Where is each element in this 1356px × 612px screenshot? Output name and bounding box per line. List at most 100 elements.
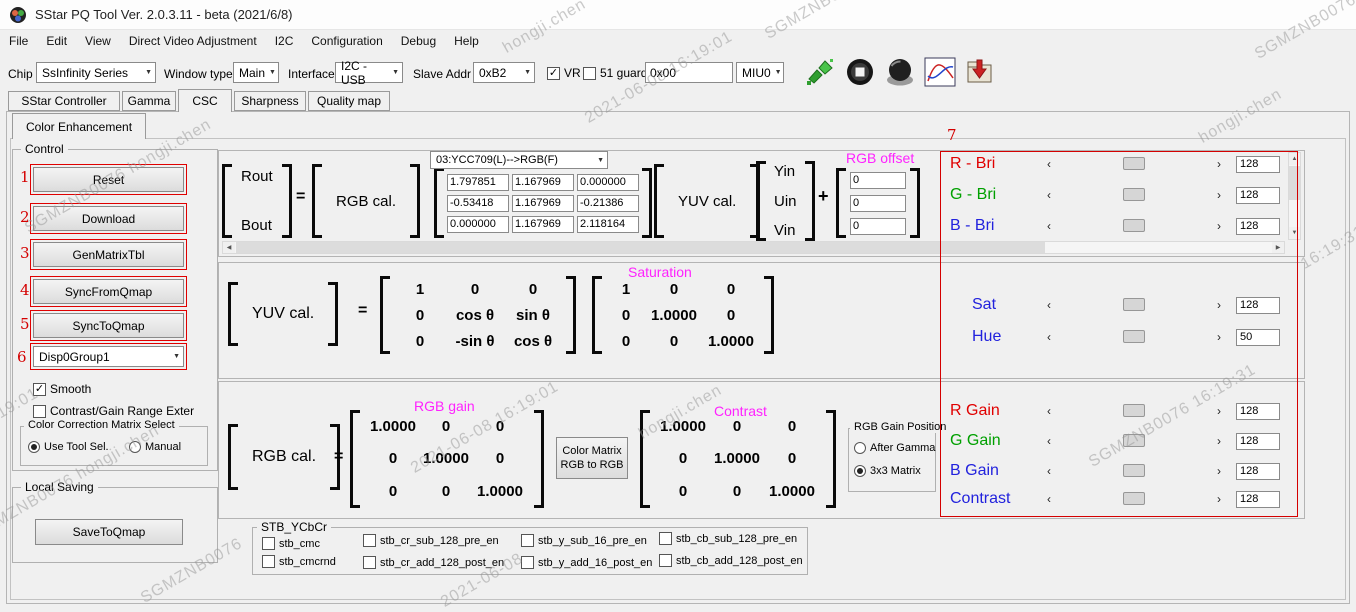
menu-file[interactable]: File bbox=[0, 34, 37, 48]
menu-configuration[interactable]: Configuration bbox=[302, 34, 391, 48]
chevron-right-icon[interactable]: › bbox=[1212, 188, 1226, 202]
chevron-left-icon[interactable]: ‹ bbox=[1042, 157, 1056, 171]
slider-track[interactable] bbox=[1056, 218, 1212, 234]
chevron-right-icon[interactable]: › bbox=[1212, 219, 1226, 233]
slider-track[interactable] bbox=[1056, 187, 1212, 203]
offset-cell[interactable] bbox=[850, 172, 906, 189]
slider-thumb[interactable] bbox=[1123, 219, 1145, 232]
menu-view[interactable]: View bbox=[76, 34, 120, 48]
matrix-cell[interactable] bbox=[512, 216, 574, 233]
slider-thumb[interactable] bbox=[1123, 188, 1145, 201]
slider-track[interactable] bbox=[1056, 433, 1212, 449]
matrix-cell[interactable] bbox=[577, 174, 639, 191]
interface-combo[interactable]: I2C - USB ▼ bbox=[335, 62, 403, 83]
slider-track[interactable] bbox=[1056, 491, 1212, 507]
tab-sharpness[interactable]: Sharpness bbox=[234, 91, 306, 111]
menu-edit[interactable]: Edit bbox=[37, 34, 76, 48]
slider-track[interactable] bbox=[1056, 403, 1212, 419]
miu-combo[interactable]: MIU0 ▼ bbox=[736, 62, 784, 83]
matrix-cell[interactable] bbox=[447, 216, 509, 233]
sat-value-input[interactable] bbox=[1236, 297, 1280, 314]
slider-track[interactable] bbox=[1056, 297, 1212, 313]
sync-to-qmap-button[interactable]: SyncToQmap bbox=[33, 313, 184, 338]
slider-thumb[interactable] bbox=[1123, 298, 1145, 311]
menu-i2c[interactable]: I2C bbox=[266, 34, 303, 48]
tab-gamma[interactable]: Gamma bbox=[122, 91, 176, 111]
slider-thumb[interactable] bbox=[1123, 330, 1145, 343]
scroll-right-icon[interactable]: ▶ bbox=[1272, 242, 1284, 254]
menu-debug[interactable]: Debug bbox=[392, 34, 445, 48]
chevron-right-icon[interactable]: › bbox=[1212, 298, 1226, 312]
chevron-left-icon[interactable]: ‹ bbox=[1042, 188, 1056, 202]
matrix-cell[interactable] bbox=[577, 216, 639, 233]
chevron-right-icon[interactable]: › bbox=[1212, 157, 1226, 171]
use-tool-sel-radio[interactable]: Use Tool Sel. bbox=[28, 441, 109, 453]
scrollbar-track[interactable] bbox=[235, 242, 1272, 253]
chevron-left-icon[interactable]: ‹ bbox=[1042, 330, 1056, 344]
contrast-value-input[interactable] bbox=[1236, 491, 1280, 508]
b-gain-value-input[interactable] bbox=[1236, 463, 1280, 480]
tab-quality-map[interactable]: Quality map bbox=[308, 91, 390, 111]
manual-radio[interactable]: Manual bbox=[129, 441, 181, 453]
slider-thumb[interactable] bbox=[1123, 157, 1145, 170]
guard-checkbox[interactable]: 51 guard bbox=[583, 66, 647, 80]
slider-thumb[interactable] bbox=[1123, 404, 1145, 417]
slider-thumb[interactable] bbox=[1123, 434, 1145, 447]
g-bri-value-input[interactable] bbox=[1236, 187, 1280, 204]
g-gain-value-input[interactable] bbox=[1236, 433, 1280, 450]
matrix-3x3-radio[interactable]: 3x3 Matrix bbox=[854, 465, 921, 477]
slider-thumb[interactable] bbox=[1123, 464, 1145, 477]
chevron-left-icon[interactable]: ‹ bbox=[1042, 492, 1056, 506]
menu-help[interactable]: Help bbox=[445, 34, 488, 48]
matrix-cell[interactable] bbox=[512, 174, 574, 191]
stop-icon[interactable] bbox=[842, 56, 878, 88]
r-gain-value-input[interactable] bbox=[1236, 403, 1280, 420]
scrollbar-thumb[interactable] bbox=[236, 242, 1045, 253]
chevron-left-icon[interactable]: ‹ bbox=[1042, 219, 1056, 233]
hue-value-input[interactable] bbox=[1236, 329, 1280, 346]
chevron-right-icon[interactable]: › bbox=[1212, 492, 1226, 506]
chevron-right-icon[interactable]: › bbox=[1212, 404, 1226, 418]
window-type-combo[interactable]: Main ▼ bbox=[233, 62, 279, 83]
chip-combo[interactable]: SsInfinity Series ▼ bbox=[36, 62, 156, 83]
matrix-cell[interactable] bbox=[447, 195, 509, 212]
chevron-left-icon[interactable]: ‹ bbox=[1042, 404, 1056, 418]
slider-track[interactable] bbox=[1056, 329, 1212, 345]
matrix-cell[interactable] bbox=[577, 195, 639, 212]
offset-cell[interactable] bbox=[850, 195, 906, 212]
reset-button[interactable]: Reset bbox=[33, 167, 184, 192]
curve-icon[interactable] bbox=[922, 56, 958, 88]
connect-icon[interactable] bbox=[802, 56, 838, 88]
disp-group-combo[interactable]: Disp0Group1 ▼ bbox=[33, 346, 184, 367]
slider-track[interactable] bbox=[1056, 463, 1212, 479]
offset-cell[interactable] bbox=[850, 218, 906, 235]
scroll-left-icon[interactable]: ◀ bbox=[223, 242, 235, 254]
chevron-right-icon[interactable]: › bbox=[1212, 464, 1226, 478]
tab-csc[interactable]: CSC bbox=[178, 89, 232, 112]
chevron-right-icon[interactable]: › bbox=[1212, 330, 1226, 344]
gen-matrix-tbl-button[interactable]: GenMatrixTbl bbox=[33, 242, 184, 267]
chevron-left-icon[interactable]: ‹ bbox=[1042, 298, 1056, 312]
matrix-cell[interactable] bbox=[447, 174, 509, 191]
csc-preset-combo[interactable]: 03:YCC709(L)-->RGB(F) ▼ bbox=[430, 151, 608, 169]
tab-color-enhancement[interactable]: Color Enhancement bbox=[12, 113, 146, 139]
matrix-cell[interactable] bbox=[512, 195, 574, 212]
burn-icon[interactable] bbox=[882, 56, 918, 88]
download-button[interactable]: Download bbox=[33, 206, 184, 231]
r-bri-value-input[interactable] bbox=[1236, 156, 1280, 173]
vr-checkbox[interactable]: ✓ VR bbox=[547, 66, 581, 80]
chevron-right-icon[interactable]: › bbox=[1212, 434, 1226, 448]
slave-addr-combo[interactable]: 0xB2 ▼ bbox=[473, 62, 535, 83]
export-folder-icon[interactable] bbox=[962, 56, 998, 88]
after-gamma-radio[interactable]: After Gamma bbox=[854, 442, 935, 454]
horizontal-scrollbar[interactable]: ◀ ▶ bbox=[222, 241, 1285, 254]
menu-direct-video-adjustment[interactable]: Direct Video Adjustment bbox=[120, 34, 266, 48]
sync-from-qmap-button[interactable]: SyncFromQmap bbox=[33, 279, 184, 304]
tab-sstar-controller[interactable]: SStar Controller bbox=[8, 91, 120, 111]
chevron-left-icon[interactable]: ‹ bbox=[1042, 434, 1056, 448]
register-input[interactable] bbox=[645, 62, 733, 83]
slider-thumb[interactable] bbox=[1123, 492, 1145, 505]
b-bri-value-input[interactable] bbox=[1236, 218, 1280, 235]
save-to-qmap-button[interactable]: SaveToQmap bbox=[35, 519, 183, 545]
slider-track[interactable] bbox=[1056, 156, 1212, 172]
